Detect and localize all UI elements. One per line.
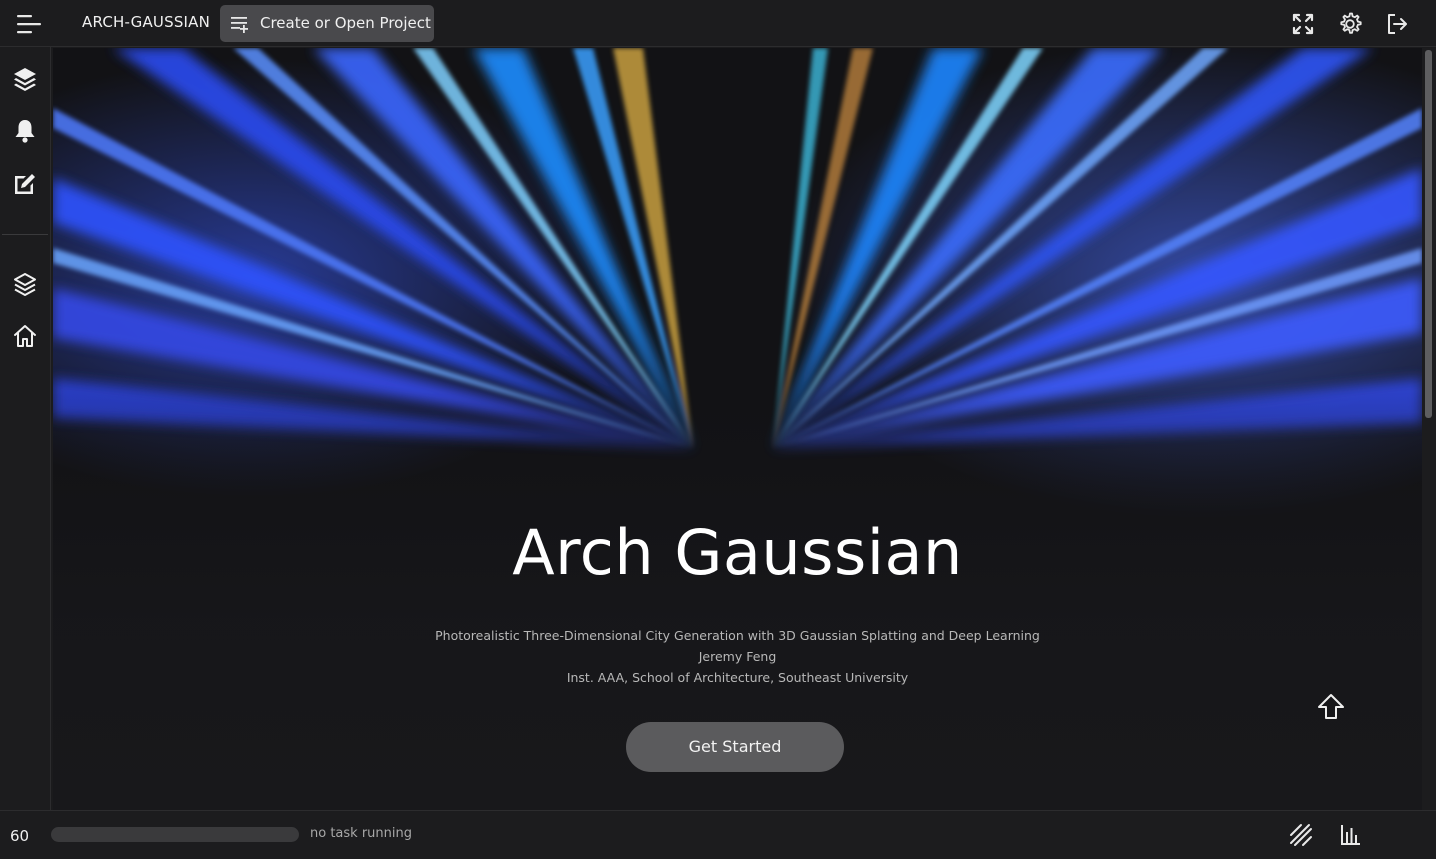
- menu-icon[interactable]: [14, 12, 44, 36]
- gear-icon[interactable]: [1337, 11, 1363, 37]
- bell-icon[interactable]: [12, 118, 38, 144]
- top-bar: ARCH-GAUSSIAN Create or Open Project: [0, 0, 1436, 47]
- playlist-add-icon: [231, 17, 248, 33]
- layers-icon[interactable]: [12, 66, 38, 92]
- status-bar: 60 no task running: [0, 810, 1436, 859]
- hero-background-image: [53, 48, 1422, 810]
- logout-icon[interactable]: [1384, 11, 1410, 37]
- sidebar-divider: [2, 234, 48, 235]
- fullscreen-icon[interactable]: [1290, 11, 1316, 37]
- hero-affiliation: Inst. AAA, School of Architecture, South…: [566, 670, 909, 685]
- fps-counter: 60: [10, 827, 30, 845]
- layers-outline-icon[interactable]: [12, 271, 38, 297]
- home-icon[interactable]: [12, 323, 38, 349]
- get-started-button[interactable]: Get Started: [626, 722, 844, 772]
- diagonal-lines-icon[interactable]: [1289, 823, 1313, 847]
- create-open-project-button[interactable]: Create or Open Project: [220, 5, 434, 42]
- scrollbar-thumb[interactable]: [1425, 50, 1432, 418]
- bar-chart-icon[interactable]: [1338, 823, 1362, 847]
- sidebar: [0, 47, 51, 810]
- hero-title: Arch Gaussian: [512, 516, 963, 589]
- edit-icon[interactable]: [12, 171, 38, 197]
- project-button-label: Create or Open Project: [260, 14, 431, 32]
- task-progress-bar: [51, 827, 299, 842]
- main-scrollbar[interactable]: [1422, 48, 1436, 810]
- hero-subtitle: Photorealistic Three-Dimensional City Ge…: [435, 628, 1040, 643]
- arrow-up-icon[interactable]: [1316, 692, 1346, 722]
- app-title: ARCH-GAUSSIAN: [82, 13, 211, 31]
- hero-section: Arch Gaussian Photorealistic Three-Dimen…: [53, 48, 1422, 810]
- hero-author: Jeremy Feng: [698, 649, 777, 664]
- task-status-text: no task running: [310, 826, 412, 841]
